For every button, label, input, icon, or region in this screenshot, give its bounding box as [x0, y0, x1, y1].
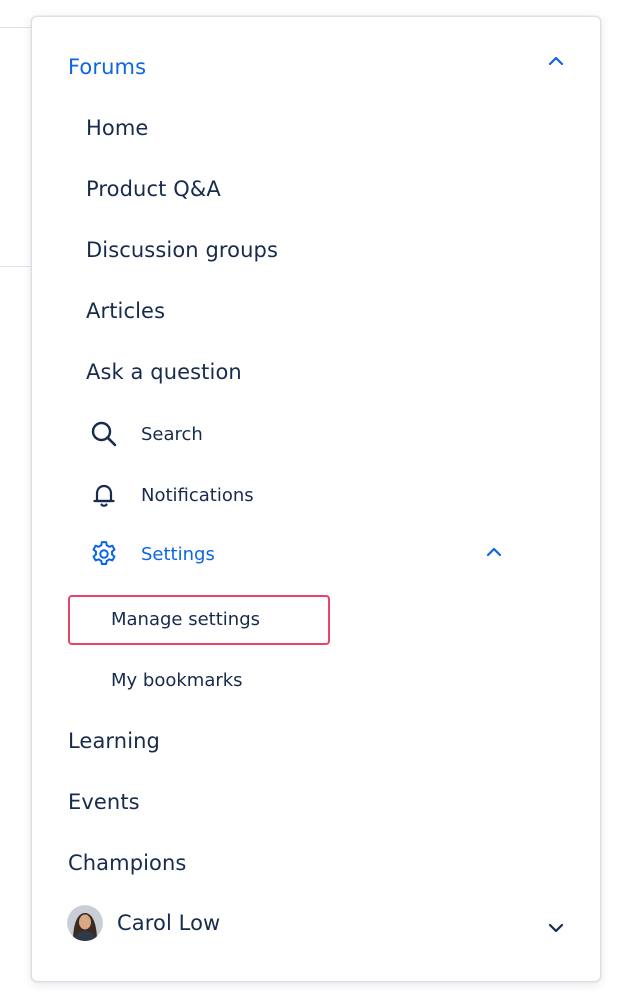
avatar	[67, 905, 103, 941]
gear-icon	[89, 539, 119, 569]
menu-item-label: Events	[68, 790, 140, 814]
menu-item-discussion-groups[interactable]: Discussion groups	[86, 235, 278, 265]
menu-item-articles[interactable]: Articles	[86, 296, 165, 326]
menu-item-label: Champions	[68, 851, 187, 875]
chevron-up-icon[interactable]	[546, 51, 566, 71]
menu-item-ask-a-question[interactable]: Ask a question	[86, 357, 242, 387]
menu-item-my-bookmarks[interactable]: My bookmarks	[111, 666, 243, 694]
menu-item-label: Home	[86, 116, 149, 140]
settings-label: Settings	[141, 543, 215, 565]
chevron-down-icon[interactable]	[546, 918, 566, 938]
menu-item-learning[interactable]: Learning	[68, 726, 160, 756]
menu-item-label: Search	[141, 423, 203, 445]
menu-item-label: Notifications	[141, 484, 254, 506]
menu-item-label: Ask a question	[86, 360, 242, 384]
menu-item-label: My bookmarks	[111, 669, 243, 691]
search-icon	[89, 419, 119, 449]
forums-section-toggle[interactable]: Forums	[68, 52, 146, 82]
menu-item-label: Product Q&A	[86, 177, 221, 201]
menu-item-notifications[interactable]: Notifications	[89, 479, 254, 511]
menu-item-label: Discussion groups	[86, 238, 278, 262]
bell-icon	[89, 480, 119, 510]
menu-item-label: Manage settings	[111, 608, 261, 630]
menu-item-product-qa[interactable]: Product Q&A	[86, 174, 221, 204]
menu-item-label: Articles	[86, 299, 166, 323]
menu-item-search[interactable]: Search	[89, 418, 203, 450]
menu-item-events[interactable]: Events	[68, 787, 140, 817]
menu-item-champions[interactable]: Champions	[68, 848, 186, 878]
settings-section-toggle[interactable]: Settings	[89, 538, 215, 570]
user-name: Carol Low	[117, 911, 221, 935]
user-profile-toggle[interactable]: Carol Low	[67, 905, 220, 941]
forums-label: Forums	[68, 55, 147, 79]
menu-item-manage-settings[interactable]: Manage settings	[111, 605, 260, 633]
menu-item-label: Learning	[68, 729, 160, 753]
menu-item-home[interactable]: Home	[86, 113, 148, 143]
chevron-up-icon[interactable]	[484, 542, 504, 562]
